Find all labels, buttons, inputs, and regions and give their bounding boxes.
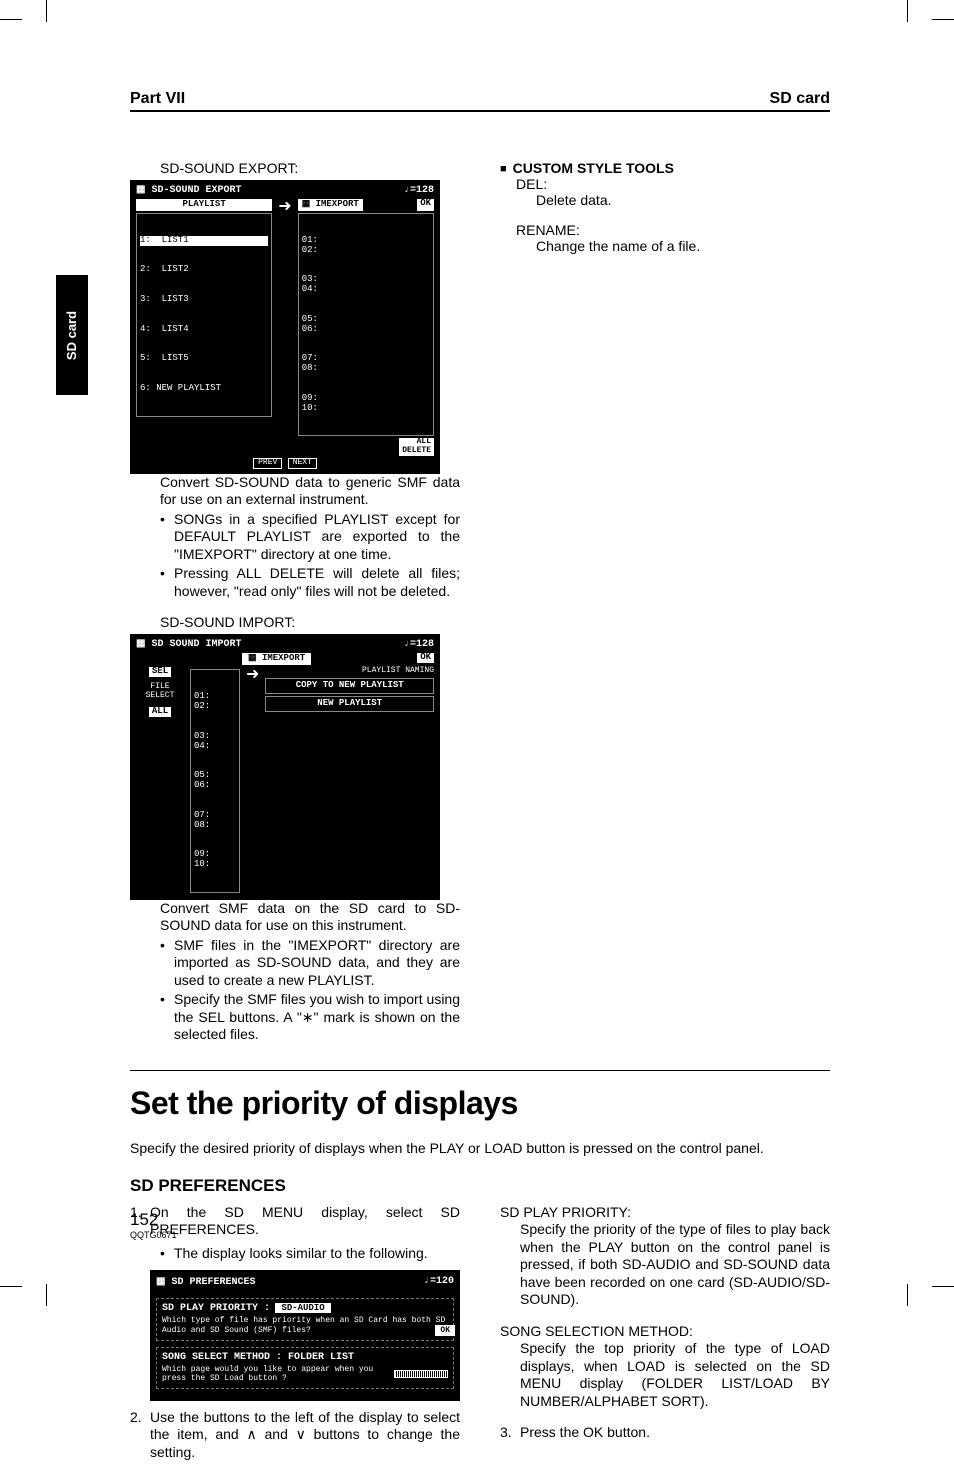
song-selection-method-term: SONG SELECTION METHOD: — [500, 1323, 830, 1341]
arrow-icon: ➜ — [246, 667, 259, 685]
custom-style-tools-heading: CUSTOM STYLE TOOLS — [500, 160, 830, 176]
section-title: Set the priority of displays — [130, 1085, 830, 1122]
del-desc: Delete data. — [536, 192, 830, 208]
running-head: Part VII SD card — [130, 90, 830, 112]
page-content: Part VII SD card SD-SOUND EXPORT: ▦ SD-S… — [130, 90, 830, 1467]
song-selection-method-desc: Specify the top priority of the type of … — [520, 1340, 830, 1410]
step-1-bullet: The display looks similar to the followi… — [160, 1245, 460, 1263]
import-label: SD-SOUND IMPORT: — [160, 614, 460, 630]
rename-desc: Change the name of a file. — [536, 238, 830, 254]
sd-play-priority-term: SD PLAY PRIORITY: — [500, 1204, 830, 1222]
lower-right-column: SD PLAY PRIORITY: Specify the priority o… — [500, 1204, 830, 1467]
file-select-label: FILE SELECT — [136, 683, 184, 701]
ok-button[interactable]: OK — [435, 1325, 455, 1336]
header-right: SD card — [770, 90, 830, 108]
prev-button[interactable]: PREV — [253, 458, 282, 469]
sel-button[interactable]: SEL — [149, 667, 171, 677]
slots-box: 01:02: 03:04: 05:06: 07:08: 09:10: — [298, 213, 434, 437]
export-screenshot: ▦ SD-SOUND EXPORT ♩=128 PLAYLIST 1: LIST… — [130, 180, 440, 474]
rename-term: RENAME: — [516, 222, 830, 238]
side-tab: SD card — [56, 275, 88, 395]
lower-left-column: 1.On the SD MENU display, select SD PREF… — [130, 1204, 460, 1467]
ok-button[interactable]: OK — [417, 199, 434, 211]
import-bullets: SMF files in the "IMEXPORT" directory ar… — [160, 937, 460, 1044]
import-body: Convert SMF data on the SD card to SD-SO… — [160, 900, 460, 935]
page-footer: 152 QQTG0671 — [130, 1210, 177, 1240]
right-column: CUSTOM STYLE TOOLS DEL: Delete data. REN… — [500, 160, 830, 1044]
left-column: SD-SOUND EXPORT: ▦ SD-SOUND EXPORT ♩=128… — [130, 160, 460, 1044]
new-playlist[interactable]: NEW PLAYLIST — [265, 696, 434, 712]
next-button[interactable]: NEXT — [288, 458, 317, 469]
step-1: 1.On the SD MENU display, select SD PREF… — [130, 1204, 460, 1239]
export-bullets: SONGs in a specified PLAYLIST except for… — [160, 511, 460, 601]
playlist-box: 1: LIST1 2: LIST2 3: LIST3 4: LIST4 5: L… — [136, 213, 272, 417]
sd-play-priority-block: SD PLAY PRIORITY : SD-AUDIO Which type o… — [156, 1298, 454, 1340]
section-intro: Specify the desired priority of displays… — [130, 1140, 830, 1156]
all-delete-button[interactable]: ALL DELETE — [399, 438, 434, 456]
step-2: 2.Use the buttons to the left of the dis… — [130, 1409, 460, 1462]
sd-play-priority-value[interactable]: SD-AUDIO — [275, 1303, 330, 1313]
slider-icon[interactable] — [394, 1370, 448, 1378]
section-divider — [130, 1070, 830, 1071]
del-term: DEL: — [516, 176, 830, 192]
all-button[interactable]: ALL — [149, 707, 171, 717]
copy-to-new-playlist[interactable]: COPY TO NEW PLAYLIST — [265, 678, 434, 694]
song-select-method-block: SONG SELECT METHOD : FOLDER LIST Which p… — [156, 1347, 454, 1389]
playlist-naming-label: PLAYLIST NAMING — [265, 667, 434, 676]
playlist-header: PLAYLIST — [136, 199, 272, 211]
sd-play-priority-desc: Specify the priority of the type of file… — [520, 1221, 830, 1309]
import-slots: 01:02: 03:04: 05:06: 07:08: 09:10: — [190, 669, 240, 893]
preferences-screenshot: ▦ SD PREFERENCES ♩=120 SD PLAY PRIORITY … — [150, 1270, 460, 1400]
export-body: Convert SD-SOUND data to generic SMF dat… — [160, 474, 460, 509]
export-label: SD-SOUND EXPORT: — [160, 160, 460, 176]
import-screenshot: ▦ SD SOUND IMPORT ♩=128 ▦ IMEXPORT OK SE… — [130, 634, 440, 899]
step-3: 3.Press the OK button. — [500, 1424, 830, 1442]
sd-preferences-heading: SD PREFERENCES — [130, 1176, 830, 1196]
ok-button[interactable]: OK — [417, 653, 434, 663]
header-left: Part VII — [130, 90, 185, 108]
arrow-icon: ➜ — [278, 199, 291, 217]
